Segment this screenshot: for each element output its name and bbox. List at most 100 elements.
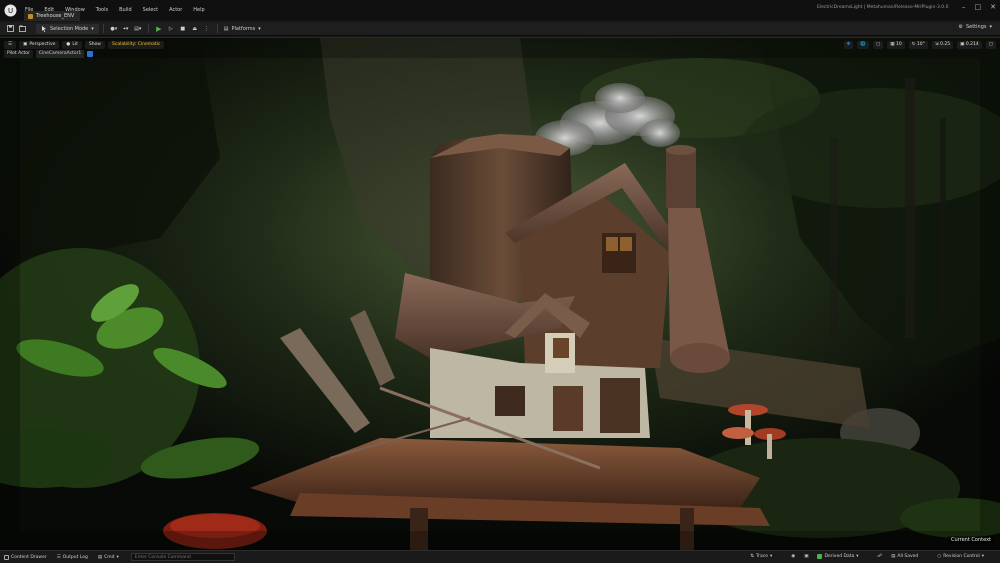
all-saved-button[interactable]: ▤ All Saved — [891, 554, 918, 559]
status-bar: Content Drawer ☰ Output Log ▤ Cmd ▾ Ente… — [0, 550, 1000, 563]
chevron-down-icon: ▾ — [856, 554, 859, 559]
grid-snap-value: 10 — [895, 42, 902, 47]
rotation-snap-value: 10° — [916, 42, 925, 47]
settings-dropdown[interactable]: ⚙ Settings ▾ — [958, 24, 992, 30]
camera-icon: ▣ — [960, 42, 965, 47]
viewport-toolbar: ☰ ▣ Perspective ● Lit Show Scalability: … — [4, 41, 165, 49]
output-log-label: Output Log — [62, 554, 88, 560]
main-toolbar: Selection Mode ▾ ●▾ ⌖▾ ▤▾ ▶ ▷ ■ ⏏ ⋮ ▤ Pl… — [0, 22, 1000, 36]
rotate-icon: ↻ — [911, 42, 916, 47]
gear-icon: ⚙ — [958, 24, 963, 30]
selection-mode-dropdown[interactable]: Selection Mode ▾ — [36, 23, 99, 34]
stop-button[interactable]: ■ — [177, 24, 189, 34]
notification-icon[interactable]: ☍ — [878, 554, 883, 559]
toolbar-divider — [102, 24, 104, 33]
save-status-icon: ▤ — [891, 554, 896, 559]
trace-dropdown[interactable]: ⇅ Trace ▾ — [750, 554, 772, 559]
trace-label: Trace — [756, 554, 768, 559]
perspective-label: Perspective — [29, 42, 56, 47]
transform-mode-icon[interactable]: ✥ — [843, 41, 854, 49]
pilot-actor-bar: Pilot Actor CineCameraActor1 — [4, 50, 94, 58]
chevron-down-icon: ▾ — [258, 25, 261, 32]
log-icon: ☰ — [56, 554, 61, 560]
camera-speed-value: 0.214 — [965, 42, 979, 47]
play-options-button[interactable]: ⋮ — [201, 24, 213, 34]
revision-control-button[interactable]: ○ Revision Control ▾ — [937, 554, 984, 559]
chevron-down-icon: ▾ — [116, 554, 119, 560]
show-label: Show — [88, 42, 101, 47]
clapper-icon: ▤▾ — [134, 25, 142, 32]
viewport-menu-button[interactable]: ☰ — [4, 41, 17, 49]
derived-data-button[interactable]: Derived Data ▾ — [817, 554, 859, 559]
cmd-dropdown[interactable]: ▤ Cmd ▾ — [98, 555, 119, 560]
grid-snap-toggle[interactable]: ▦ 10 — [887, 41, 905, 49]
level-icon — [28, 13, 33, 19]
platforms-icon: ▤ — [223, 25, 229, 32]
blueprint-icon: ⌖▾ — [123, 25, 129, 32]
view-mode-dropdown[interactable]: ● Lit — [62, 41, 82, 49]
tab-level[interactable]: Treehouse_ENV — [24, 11, 81, 21]
eject-icon: ⏏ — [192, 25, 198, 32]
pilot-actor-label: Pilot Actor — [4, 50, 33, 58]
scale-snap-toggle[interactable]: ⇲ 0.25 — [931, 41, 954, 49]
content-drawer-label: Content Drawer — [11, 554, 47, 560]
show-dropdown[interactable]: Show — [84, 41, 105, 49]
pilot-camera-name: CineCameraActor1 — [35, 50, 85, 58]
chevron-down-icon: ▾ — [989, 24, 992, 30]
derived-data-label: Derived Data — [824, 554, 855, 559]
lock-icon[interactable]: ▣ — [804, 554, 808, 559]
add-actor-icon: ●▾ — [110, 25, 118, 32]
output-log-button[interactable]: ☰ Output Log — [57, 555, 88, 560]
play-button[interactable]: ▶ — [153, 24, 165, 34]
scale-snap-value: 0.25 — [940, 42, 951, 47]
advance-frame-button[interactable]: ▷ — [165, 24, 177, 34]
unreal-editor-window: U File Edit Window Tools Build Select Ac… — [0, 0, 1000, 563]
settings-label: Settings — [965, 24, 987, 30]
current-context-label: Current Context — [948, 536, 994, 544]
surface-snap-icon[interactable]: ▢ — [872, 41, 884, 49]
revision-control-label: Revision Control — [943, 554, 980, 559]
eject-button[interactable]: ⏏ — [189, 24, 201, 34]
grid-icon: ▦ — [890, 42, 895, 47]
eject-pilot-icon[interactable] — [87, 51, 94, 57]
perspective-icon: ▣ — [23, 42, 28, 47]
treehouse-scene — [0, 38, 1000, 550]
chevron-down-icon: ▾ — [91, 25, 94, 32]
blueprints-button[interactable]: ⌖▾ — [120, 24, 132, 34]
hamburger-icon: ☰ — [8, 42, 13, 47]
scalability-warning[interactable]: Scalability: Cinematic — [108, 41, 165, 49]
kebab-icon: ⋮ — [204, 25, 210, 32]
maximize-viewport-icon[interactable]: ▢ — [985, 41, 996, 49]
derived-data-icon — [817, 554, 823, 559]
cursor-icon — [42, 25, 46, 32]
console-command-input[interactable]: Enter Console Command — [130, 553, 235, 561]
level-viewport[interactable]: ☰ ▣ Perspective ● Lit Show Scalability: … — [0, 37, 1000, 550]
trace-icon: ⇅ — [750, 554, 755, 559]
platforms-label: Platforms — [231, 25, 256, 32]
platforms-dropdown[interactable]: ▤ Platforms ▾ — [222, 24, 263, 34]
lit-icon: ● — [66, 42, 71, 47]
record-icon[interactable]: ◉ — [791, 554, 795, 559]
tab-row: Treehouse_ENV — [0, 10, 1000, 22]
content-drawer-icon — [4, 554, 9, 560]
tab-level-label: Treehouse_ENV — [36, 13, 75, 19]
toolbar-divider — [216, 24, 218, 33]
cinematics-button[interactable]: ▤▾ — [132, 24, 144, 34]
viewport-snap-toolbar: ✥ 🌐 ▢ ▦ 10 ↻ 10° ⇲ 0.25 ▣ 0.214 ▢ — [843, 41, 996, 49]
toolbar-divider — [147, 24, 149, 33]
save-icon[interactable] — [4, 24, 16, 34]
content-browser-icon[interactable] — [16, 24, 28, 34]
camera-speed-button[interactable]: ▣ 0.214 — [957, 41, 982, 49]
rotation-snap-toggle[interactable]: ↻ 10° — [908, 41, 928, 49]
world-space-icon[interactable]: 🌐 — [857, 41, 869, 49]
cmd-label: Cmd — [104, 554, 115, 560]
play-icon: ▶ — [156, 24, 162, 33]
chevron-down-icon: ▾ — [981, 554, 984, 559]
step-icon: ▷ — [168, 25, 173, 32]
scale-icon: ⇲ — [934, 42, 939, 47]
content-drawer-button[interactable]: Content Drawer — [4, 554, 47, 560]
lit-label: Lit — [72, 42, 78, 47]
add-actor-button[interactable]: ●▾ — [108, 24, 120, 34]
perspective-dropdown[interactable]: ▣ Perspective — [19, 41, 60, 49]
revision-control-icon: ○ — [937, 554, 942, 559]
